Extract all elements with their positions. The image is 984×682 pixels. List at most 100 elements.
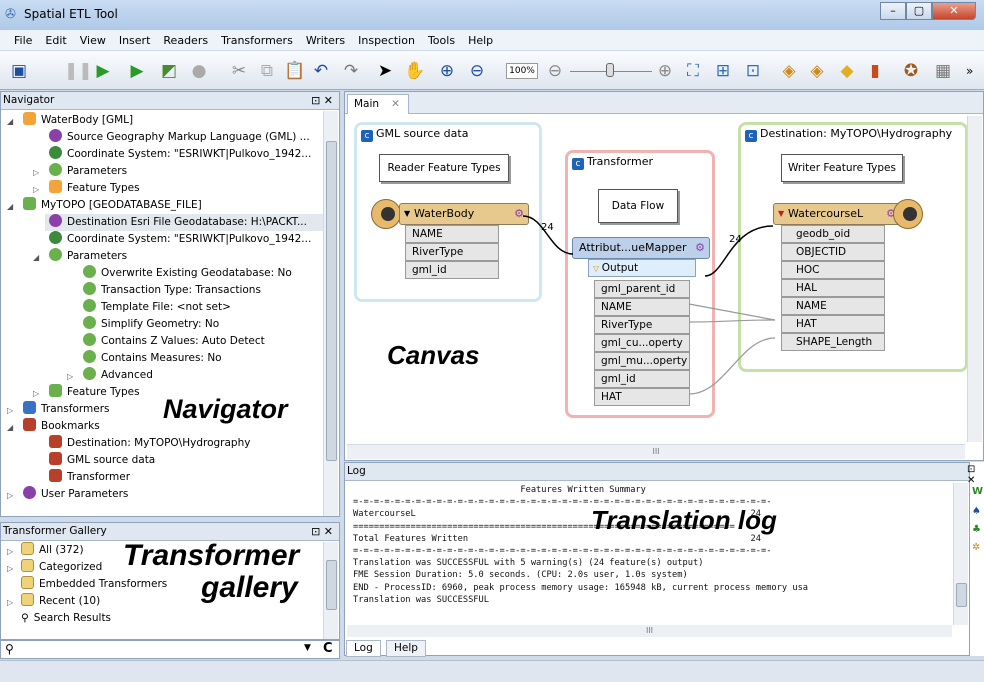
close-button[interactable]: ✕ xyxy=(932,2,976,20)
tree-item[interactable]: User Parameters xyxy=(23,486,128,503)
copy-icon[interactable]: ⧉ xyxy=(256,60,278,82)
zoom-slider-plus-icon[interactable]: ⊕ xyxy=(654,60,676,82)
menu-transformers[interactable]: Transformers xyxy=(221,34,293,47)
save-icon[interactable]: ▣ xyxy=(8,60,30,82)
transformer-attr[interactable]: HAT xyxy=(594,388,690,406)
zoom-out-icon[interactable]: ⊖ xyxy=(466,60,488,82)
menu-file[interactable]: File xyxy=(14,34,32,47)
clear-search-button[interactable]: C xyxy=(323,641,333,656)
run-prompt-icon[interactable]: ▶ xyxy=(126,60,148,82)
tree-item[interactable]: MyTOPO [GEODATABASE_FILE] xyxy=(23,197,202,214)
writer-attr[interactable]: HAL xyxy=(781,279,885,297)
log-pin-close[interactable]: ⊡ ✕ xyxy=(967,464,984,486)
add-bookmark-icon[interactable]: ▮ xyxy=(864,60,886,82)
zoom-to-selected-icon[interactable]: ⛶ xyxy=(682,60,704,82)
transformer-attr[interactable]: gml_mu...operty xyxy=(594,352,690,370)
minimize-button[interactable]: – xyxy=(880,2,906,20)
add-reader-icon[interactable]: ◈ xyxy=(778,60,800,82)
transformer-attr[interactable]: gml_parent_id xyxy=(594,280,690,298)
dropdown-arrow-icon[interactable]: ▼ xyxy=(304,643,311,653)
tree-item[interactable]: Transaction Type: Transactions xyxy=(83,282,261,299)
canvas-hscrollbar[interactable]: III xyxy=(347,444,965,459)
menu-edit[interactable]: Edit xyxy=(45,34,66,47)
note-reader-feature-types[interactable]: Reader Feature Types xyxy=(379,154,509,182)
writer-attr[interactable]: OBJECTID xyxy=(781,243,885,261)
scroll-thumb[interactable] xyxy=(956,583,967,607)
zoom-slider-minus-icon[interactable]: ⊖ xyxy=(544,60,566,82)
gallery-search-box[interactable]: ⚲ ▼ C xyxy=(0,640,340,659)
zoom-level[interactable]: 100% xyxy=(506,63,538,79)
menu-inspection[interactable]: Inspection xyxy=(358,34,415,47)
log-vscrollbar[interactable] xyxy=(953,483,968,625)
gallery-item[interactable]: Recent (10) xyxy=(21,593,100,610)
bookmark-destination[interactable]: c Destination: MyTOPO\Hydrography Writer … xyxy=(738,122,967,372)
side-tool-icon[interactable]: W xyxy=(972,486,983,497)
cut-icon[interactable]: ✂ xyxy=(228,60,250,82)
fit-icon[interactable]: ⊡ xyxy=(742,60,764,82)
layout-icon[interactable]: ▦ xyxy=(932,60,954,82)
tree-item[interactable]: Contains Z Values: Auto Detect xyxy=(83,333,265,350)
canvas-vscrollbar[interactable] xyxy=(967,116,982,442)
tree-item[interactable]: Source Geography Markup Language (GML) .… xyxy=(49,129,310,146)
gallery-item[interactable]: Embedded Transformers xyxy=(21,576,167,593)
transformer-attr[interactable]: gml_id xyxy=(594,370,690,388)
gallery-item[interactable]: ⚲ Search Results xyxy=(21,610,111,627)
tree-item[interactable]: Feature Types xyxy=(49,180,140,197)
pause-icon[interactable]: ❚❚ xyxy=(64,60,93,82)
writer-attr[interactable]: geodb_oid xyxy=(781,225,885,243)
note-data-flow[interactable]: Data Flow xyxy=(598,189,678,223)
tree-item[interactable]: Simplify Geometry: No xyxy=(83,316,219,333)
find-icon[interactable]: ♣ xyxy=(972,524,981,535)
menu-readers[interactable]: Readers xyxy=(163,34,208,47)
writer-attr[interactable]: SHAPE_Length xyxy=(781,333,885,351)
transformer-attr[interactable]: RiverType xyxy=(594,316,690,334)
pan-hand-icon[interactable]: ✋ xyxy=(404,60,426,82)
log-output[interactable]: Features Written Summary =-=-=-=-=-=-=-=-… xyxy=(353,484,808,606)
paste-icon[interactable]: 📋 xyxy=(284,60,306,82)
select-pointer-icon[interactable]: ➤ xyxy=(374,60,396,82)
tree-item[interactable]: Parameters xyxy=(49,163,127,180)
reader-attr[interactable]: NAME xyxy=(405,225,499,243)
tree-item[interactable]: Transformer xyxy=(49,469,130,486)
run-icon[interactable]: ▶ xyxy=(92,60,114,82)
zoom-slider-handle[interactable] xyxy=(606,63,614,77)
log-hscrollbar[interactable]: III xyxy=(347,625,952,637)
bookmark-gml-source[interactable]: c GML source data Reader Feature Types ▼ W… xyxy=(354,122,542,302)
undo-icon[interactable]: ↶ xyxy=(310,60,332,82)
menu-help[interactable]: Help xyxy=(468,34,493,47)
tree-item[interactable]: Overwrite Existing Geodatabase: No xyxy=(83,265,292,282)
gallery-search-input[interactable] xyxy=(21,643,301,656)
writer-attr[interactable]: NAME xyxy=(781,297,885,315)
note-writer-feature-types[interactable]: Writer Feature Types xyxy=(781,154,903,182)
reader-attr[interactable]: RiverType xyxy=(405,243,499,261)
menu-tools[interactable]: Tools xyxy=(428,34,455,47)
gear-icon[interactable]: ⚙ xyxy=(695,238,705,258)
transformer-attr[interactable]: NAME xyxy=(594,298,690,316)
tree-item[interactable]: Destination: MyTOPO\Hydrography xyxy=(49,435,250,452)
tab-log[interactable]: Log xyxy=(346,640,381,657)
navigator-scrollbar[interactable] xyxy=(323,111,338,516)
tree-item[interactable]: Bookmarks xyxy=(23,418,100,435)
reader-feature-type[interactable]: ▼ WaterBody ⚙ xyxy=(399,203,529,225)
tree-item[interactable]: GML source data xyxy=(49,452,155,469)
toolbar-overflow[interactable]: » xyxy=(966,64,973,78)
inspect-icon[interactable]: ◩ xyxy=(158,60,180,82)
reader-attr[interactable]: gml_id xyxy=(405,261,499,279)
gear-icon[interactable]: ⚙ xyxy=(514,204,524,224)
gallery-pin-close[interactable]: ⊡ ✕ xyxy=(311,523,333,540)
zoom-extents-icon[interactable]: ⊞ xyxy=(712,60,734,82)
tree-item[interactable]: Contains Measures: No xyxy=(83,350,222,367)
writer-feature-type[interactable]: ▼ WatercourseL ⚙ xyxy=(773,203,901,225)
attribute-value-mapper-transformer[interactable]: Attribut...ueMapper ⚙ xyxy=(572,237,710,259)
tab-help[interactable]: Help xyxy=(386,640,426,657)
writer-attr[interactable]: HAT xyxy=(781,315,885,333)
tree-item[interactable]: Transformers xyxy=(23,401,109,418)
scroll-thumb[interactable] xyxy=(326,560,337,610)
tree-item[interactable]: Advanced xyxy=(83,367,153,384)
tree-item[interactable]: WaterBody [GML] xyxy=(23,112,133,129)
tools-icon[interactable]: ✪ xyxy=(900,60,922,82)
add-transformer-icon[interactable]: ◆ xyxy=(836,60,858,82)
tree-item[interactable]: Parameters xyxy=(49,248,127,265)
gallery-item[interactable]: Categorized xyxy=(21,559,102,576)
tree-item[interactable]: Coordinate System: "ESRIWKT|Pulkovo_1942… xyxy=(49,146,311,163)
